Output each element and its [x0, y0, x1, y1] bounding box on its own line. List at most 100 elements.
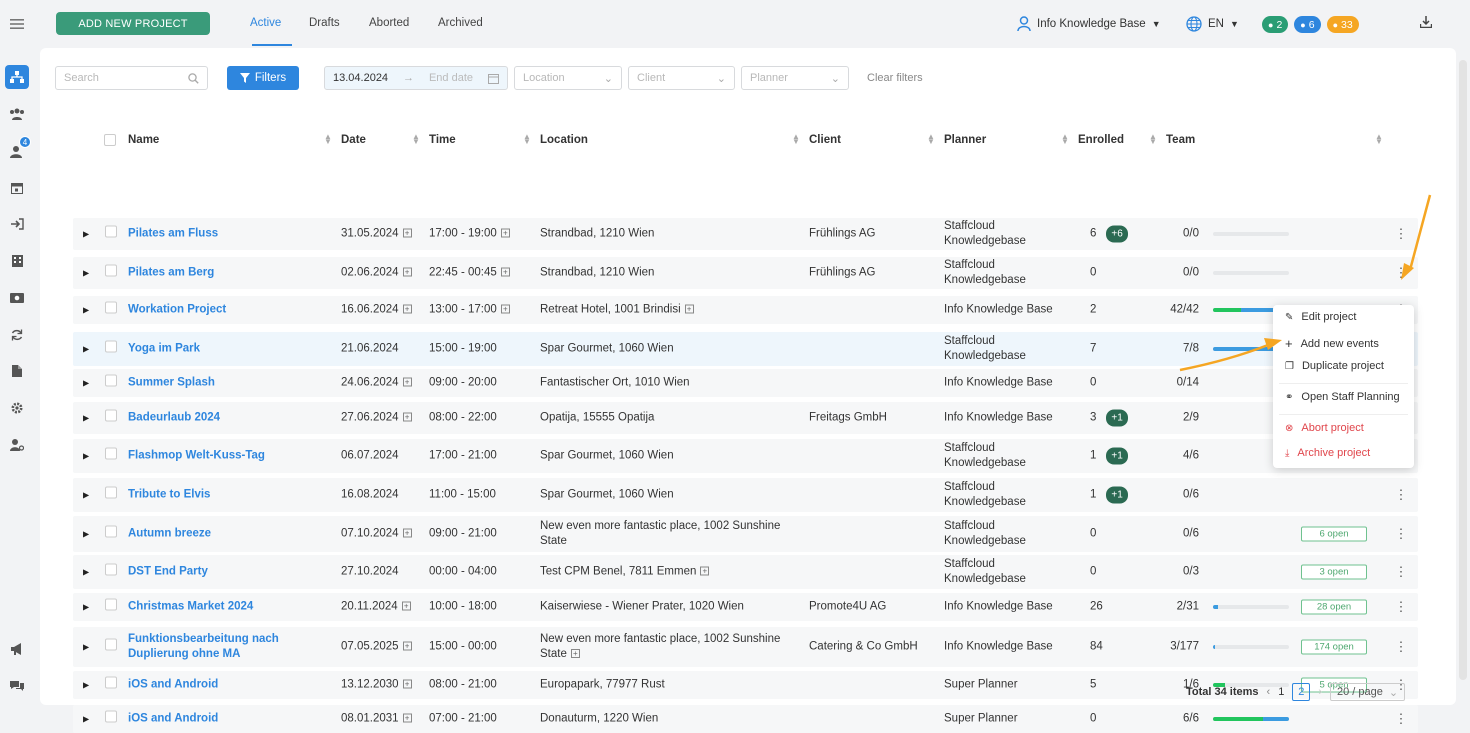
- sort-icon[interactable]: ▲ ▼: [1061, 133, 1069, 146]
- page-size-select[interactable]: 20 / page ⌄: [1330, 683, 1406, 701]
- row-checkbox[interactable]: [105, 225, 117, 243]
- menu-icon[interactable]: [5, 12, 29, 36]
- expand-locations-icon[interactable]: +: [684, 304, 694, 314]
- expand-caret-icon[interactable]: ▶: [83, 303, 89, 318]
- add-new-events-item[interactable]: + Add new events: [1285, 336, 1379, 351]
- project-name-link[interactable]: Pilates am Fluss: [128, 227, 288, 242]
- table-row[interactable]: ▶ Pilates am Berg 02.06.2024 +22:45 - 00:45…: [73, 257, 1418, 289]
- expand-caret-icon[interactable]: ▶: [83, 600, 89, 615]
- expand-locations-icon[interactable]: +: [700, 566, 710, 576]
- archive-project-item[interactable]: ⤓ Archive project: [1285, 447, 1370, 459]
- chat-count-pill[interactable]: ● 2: [1262, 16, 1289, 33]
- expand-dates-icon[interactable]: +: [402, 412, 412, 422]
- expand-dates-icon[interactable]: +: [402, 228, 412, 238]
- table-row[interactable]: ▶ Christmas Market 2024 20.11.2024 +10:00 -…: [73, 593, 1418, 621]
- sync-icon[interactable]: [5, 323, 29, 347]
- language-selector[interactable]: EN ▼: [1186, 16, 1239, 32]
- table-row[interactable]: ▶ Funktionsbearbeitung nach Duplierung oh…: [73, 627, 1418, 667]
- expand-caret-icon[interactable]: ▶: [83, 342, 89, 357]
- row-checkbox[interactable]: [105, 264, 117, 282]
- row-checkbox[interactable]: [105, 525, 117, 543]
- row-checkbox[interactable]: [105, 486, 117, 504]
- column-name[interactable]: Name: [128, 134, 159, 146]
- expand-caret-icon[interactable]: ▶: [83, 227, 89, 242]
- expand-caret-icon[interactable]: ▶: [83, 565, 89, 580]
- document-icon[interactable]: [5, 359, 29, 383]
- row-checkbox[interactable]: [105, 447, 117, 465]
- row-checkbox[interactable]: [105, 710, 117, 728]
- expand-dates-icon[interactable]: +: [402, 679, 412, 689]
- alert-count-pill[interactable]: ● 33: [1326, 16, 1359, 33]
- page-1[interactable]: 1: [1278, 686, 1284, 698]
- enrolled-extra-badge[interactable]: +1: [1106, 447, 1128, 465]
- scrollbar[interactable]: [1459, 60, 1467, 680]
- select-all-checkbox[interactable]: [104, 134, 116, 149]
- row-checkbox[interactable]: [105, 301, 117, 319]
- more-actions-icon[interactable]: ⋮: [1390, 596, 1412, 618]
- column-enrolled[interactable]: Enrolled: [1078, 134, 1124, 146]
- settings-icon[interactable]: [5, 396, 29, 420]
- row-checkbox[interactable]: [105, 409, 117, 427]
- duplicate-project-item[interactable]: ❐ Duplicate project: [1285, 360, 1384, 372]
- user-settings-icon[interactable]: [5, 433, 29, 457]
- expand-times-icon[interactable]: +: [500, 304, 510, 314]
- table-row[interactable]: ▶ Badeurlaub 2024 27.06.2024 +08:00 - 22:00…: [73, 402, 1418, 434]
- expand-times-icon[interactable]: +: [500, 228, 510, 238]
- location-select[interactable]: Location ⌄: [514, 66, 622, 90]
- expand-times-icon[interactable]: +: [500, 267, 510, 277]
- open-staff-planning-item[interactable]: ⚭ Open Staff Planning: [1285, 391, 1400, 403]
- table-row[interactable]: ▶ Pilates am Fluss 31.05.2024 +17:00 - 19:0…: [73, 218, 1418, 250]
- project-name-link[interactable]: Flashmop Welt-Kuss-Tag: [128, 449, 288, 464]
- row-checkbox[interactable]: [105, 676, 117, 694]
- expand-caret-icon[interactable]: ▶: [83, 678, 89, 693]
- row-checkbox[interactable]: [105, 340, 117, 358]
- more-actions-icon[interactable]: ⋮: [1390, 223, 1412, 245]
- notification-count-pill[interactable]: ● 6: [1294, 16, 1321, 33]
- column-location[interactable]: Location: [540, 134, 588, 146]
- open-positions-tag[interactable]: 174 open: [1301, 639, 1367, 655]
- staff-requests-icon[interactable]: 4: [5, 136, 31, 163]
- project-name-link[interactable]: Funktionsbearbeitung nach Duplierung ohn…: [128, 632, 288, 662]
- project-name-link[interactable]: Summer Splash: [128, 376, 288, 391]
- project-name-link[interactable]: iOS and Android: [128, 712, 288, 727]
- open-positions-tag[interactable]: 6 open: [1301, 526, 1367, 542]
- tab-archived[interactable]: Archived: [438, 17, 483, 29]
- more-actions-icon[interactable]: ⋮: [1390, 708, 1412, 730]
- table-row[interactable]: ▶ Tribute to Elvis 16.08.2024 11:00 - 15:00…: [73, 478, 1418, 512]
- search-input[interactable]: Search: [55, 66, 208, 90]
- column-date[interactable]: Date: [341, 134, 366, 146]
- page-2[interactable]: 2: [1292, 683, 1311, 701]
- clear-filters-link[interactable]: Clear filters: [867, 72, 923, 84]
- sort-icon[interactable]: ▲ ▼: [324, 133, 332, 146]
- table-row[interactable]: ▶ iOS and Android 08.01.2031 +07:00 - 21:00…: [73, 705, 1418, 733]
- announcement-icon[interactable]: [5, 637, 29, 661]
- sort-icon[interactable]: ▲ ▼: [412, 133, 420, 146]
- project-name-link[interactable]: Pilates am Berg: [128, 266, 288, 281]
- check-in-icon[interactable]: [5, 212, 29, 236]
- projects-icon[interactable]: [5, 65, 29, 89]
- project-name-link[interactable]: DST End Party: [128, 565, 288, 580]
- project-name-link[interactable]: iOS and Android: [128, 678, 288, 693]
- sort-icon[interactable]: ▲ ▼: [1375, 133, 1383, 146]
- enrolled-extra-badge[interactable]: +1: [1106, 486, 1128, 504]
- tab-drafts[interactable]: Drafts: [309, 17, 340, 29]
- table-row[interactable]: ▶ Flashmop Welt-Kuss-Tag 06.07.2024 17:00 -…: [73, 439, 1418, 473]
- expand-dates-icon[interactable]: +: [402, 267, 412, 277]
- open-positions-tag[interactable]: 3 open: [1301, 564, 1367, 580]
- planner-select[interactable]: Planner ⌄: [741, 66, 849, 90]
- column-client[interactable]: Client: [809, 134, 841, 146]
- expand-caret-icon[interactable]: ▶: [83, 376, 89, 391]
- project-name-link[interactable]: Workation Project: [128, 303, 288, 318]
- row-checkbox[interactable]: [105, 374, 117, 392]
- next-page-icon[interactable]: ›: [1318, 686, 1322, 698]
- expand-dates-icon[interactable]: +: [402, 641, 412, 651]
- expand-dates-icon[interactable]: +: [402, 528, 412, 538]
- expand-caret-icon[interactable]: ▶: [83, 640, 89, 655]
- more-actions-icon[interactable]: ⋮: [1390, 523, 1412, 545]
- building-icon[interactable]: [5, 249, 29, 273]
- sort-icon[interactable]: ▲ ▼: [792, 133, 800, 146]
- column-time[interactable]: Time: [429, 134, 456, 146]
- add-new-project-button[interactable]: ADD NEW PROJECT: [56, 12, 210, 35]
- chat-icon[interactable]: [5, 674, 29, 698]
- table-row[interactable]: ▶ DST End Party 27.10.2024 00:00 - 04:00 Tes…: [73, 555, 1418, 589]
